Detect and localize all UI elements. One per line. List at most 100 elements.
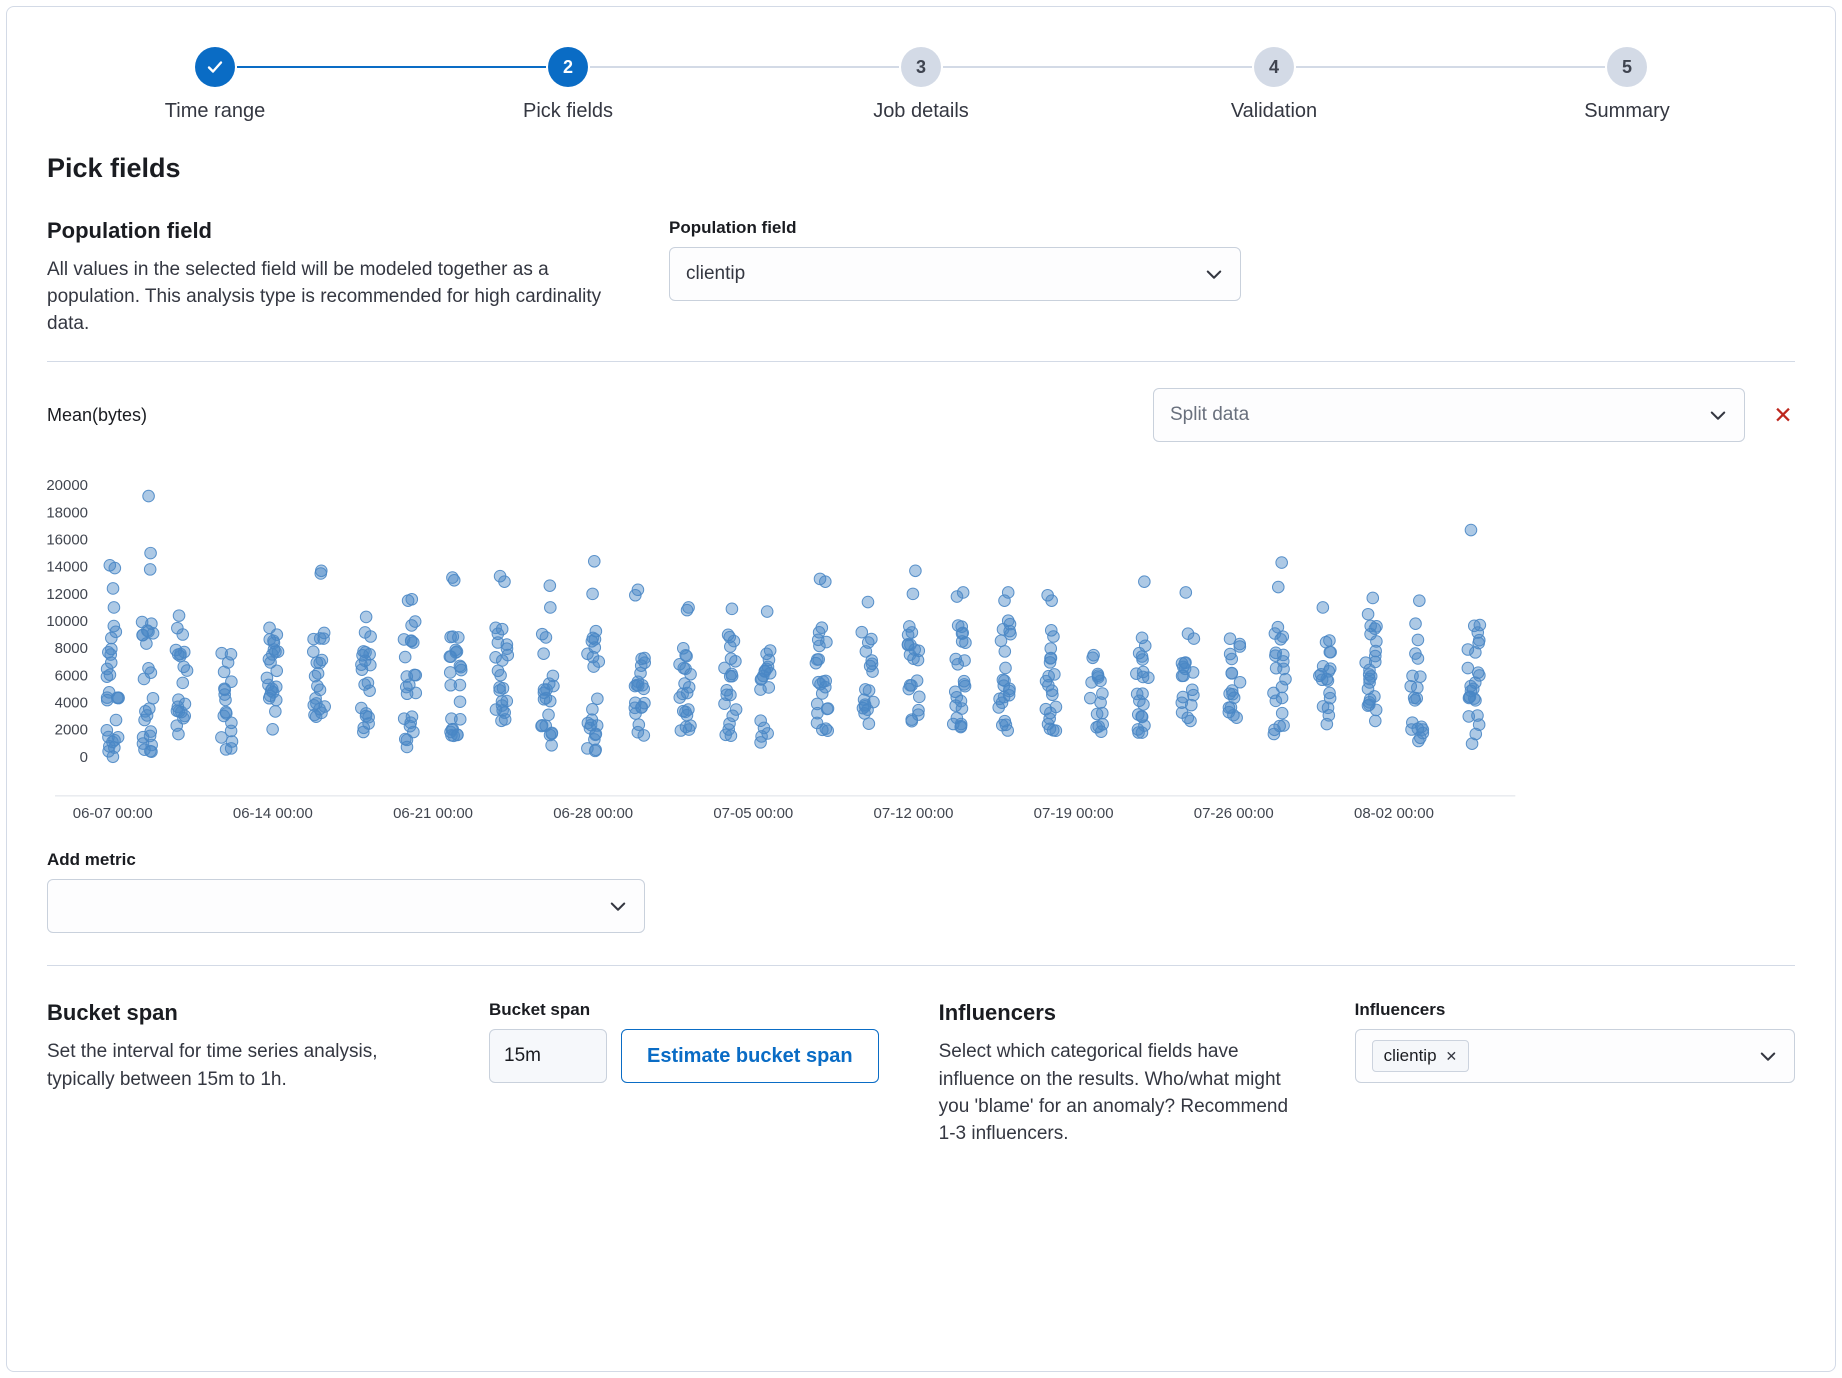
svg-text:06-14 00:00: 06-14 00:00: [233, 805, 313, 822]
scatter-cluster: [444, 572, 467, 742]
metric-title: Mean(bytes): [47, 405, 147, 426]
step-number-indicator: 3: [901, 47, 941, 87]
section-divider-bottom: [47, 965, 1795, 966]
scatter-cluster: [261, 622, 284, 735]
remove-metric-button[interactable]: ✕: [1771, 404, 1795, 427]
population-heading: Population field: [47, 218, 607, 244]
scatter-cluster: [490, 571, 514, 727]
influencers-combobox[interactable]: clientip ✕: [1355, 1029, 1795, 1083]
scatter-cluster: [1314, 602, 1337, 730]
svg-text:0: 0: [80, 749, 88, 766]
scatter-cluster: [1176, 587, 1200, 727]
add-metric-label: Add metric: [47, 850, 1795, 870]
bucket-span-input-label: Bucket span: [489, 1000, 879, 1020]
page-title: Pick fields: [47, 153, 1795, 184]
scatter-cluster: [170, 610, 193, 740]
svg-text:2000: 2000: [55, 722, 88, 739]
svg-text:6000: 6000: [55, 668, 88, 685]
scatter-cluster: [856, 597, 879, 730]
chevron-down-icon: [608, 896, 628, 916]
population-section: Population field All values in the selec…: [47, 218, 1795, 337]
scatter-cluster: [1223, 633, 1246, 724]
svg-text:07-05 00:00: 07-05 00:00: [713, 805, 793, 822]
wizard-stepper: Time range 2 Pick fields 3 Job details 4 Valid…: [125, 47, 1717, 123]
scatter-cluster: [356, 612, 377, 739]
bucket-influencers-row: Bucket span Set the interval for time se…: [47, 1000, 1795, 1147]
scatter-cluster: [398, 594, 421, 753]
section-divider-top: [47, 361, 1795, 362]
influencers-description: Select which categorical fields have inf…: [939, 1038, 1309, 1147]
scatter-cluster: [582, 556, 605, 757]
influencers-heading: Influencers: [939, 1000, 1309, 1026]
scatter-cluster: [1462, 525, 1486, 750]
stepper-step-pick-fields[interactable]: 2 Pick fields: [478, 47, 658, 123]
svg-text:16000: 16000: [47, 532, 88, 549]
bucket-span-heading: Bucket span: [47, 1000, 437, 1026]
scatter-cluster: [1405, 595, 1429, 747]
scatter-cluster: [1085, 650, 1109, 738]
step-label: Time range: [165, 100, 265, 123]
scatter-cluster: [101, 560, 124, 763]
svg-text:07-12 00:00: 07-12 00:00: [874, 805, 954, 822]
svg-text:07-19 00:00: 07-19 00:00: [1034, 805, 1114, 822]
estimate-bucket-span-button[interactable]: Estimate bucket span: [621, 1029, 879, 1083]
population-description: All values in the selected field will be…: [47, 256, 607, 337]
stepper-step-job-details[interactable]: 3 Job details: [831, 47, 1011, 123]
svg-text:18000: 18000: [47, 505, 88, 522]
scatter-cluster: [216, 648, 238, 756]
scatter-cluster: [810, 574, 834, 737]
influencers-select-label: Influencers: [1355, 1000, 1795, 1020]
split-data-select[interactable]: Split data: [1153, 388, 1745, 442]
scatter-cluster: [1360, 593, 1382, 728]
scatter-cluster: [536, 580, 559, 751]
step-number-indicator: 4: [1254, 47, 1294, 87]
step-label: Pick fields: [523, 100, 613, 123]
step-label: Summary: [1584, 100, 1670, 123]
pick-fields-wizard-panel: Time range 2 Pick fields 3 Job details 4 Valid…: [6, 6, 1836, 1372]
svg-text:08-02 00:00: 08-02 00:00: [1354, 805, 1434, 822]
scatter-cluster: [674, 602, 697, 737]
svg-text:06-07 00:00: 06-07 00:00: [73, 805, 153, 822]
svg-text:07-26 00:00: 07-26 00:00: [1194, 805, 1274, 822]
svg-text:06-28 00:00: 06-28 00:00: [553, 805, 633, 822]
scatter-cluster: [993, 587, 1016, 737]
svg-text:06-21 00:00: 06-21 00:00: [393, 805, 473, 822]
metric-header: Mean(bytes) Split data ✕: [47, 388, 1795, 442]
svg-text:10000: 10000: [47, 613, 88, 630]
svg-text:8000: 8000: [55, 641, 88, 658]
scatter-cluster: [902, 565, 925, 727]
scatter-cluster: [308, 565, 331, 723]
scatter-cluster: [1131, 576, 1155, 739]
stepper-step-time-range[interactable]: Time range: [125, 47, 305, 123]
add-metric-section: Add metric: [47, 850, 1795, 933]
scatter-cluster: [136, 491, 159, 758]
population-field-value: clientip: [686, 263, 745, 285]
population-field-label: Population field: [669, 218, 1241, 238]
step-label: Validation: [1231, 100, 1317, 123]
scatter-cluster: [947, 587, 971, 733]
scatter-cluster: [629, 584, 650, 741]
scatter-cluster: [755, 606, 776, 748]
population-field-select[interactable]: clientip: [669, 247, 1241, 301]
step-check-icon: [195, 47, 235, 87]
step-label: Job details: [873, 100, 969, 123]
influencer-badge-label: clientip: [1384, 1046, 1437, 1066]
scatter-cluster: [1040, 590, 1062, 737]
add-metric-select[interactable]: [47, 879, 645, 933]
chevron-down-icon: [1708, 405, 1728, 425]
bucket-span-input[interactable]: [489, 1029, 607, 1083]
scatter-cluster: [1268, 557, 1292, 740]
metric-scatter-chart: 0200040006000800010000120001400016000180…: [47, 466, 1795, 826]
svg-text:4000: 4000: [55, 695, 88, 712]
chevron-down-icon: [1204, 264, 1224, 284]
remove-influencer-icon[interactable]: ✕: [1446, 1049, 1458, 1063]
split-data-placeholder: Split data: [1170, 404, 1249, 426]
stepper-step-summary[interactable]: 5 Summary: [1537, 47, 1717, 123]
step-number-indicator: 5: [1607, 47, 1647, 87]
svg-text:20000: 20000: [47, 478, 88, 495]
scatter-cluster: [719, 604, 742, 742]
bucket-span-description: Set the interval for time series analysi…: [47, 1038, 437, 1092]
stepper-step-validation[interactable]: 4 Validation: [1184, 47, 1364, 123]
step-number-indicator: 2: [548, 47, 588, 87]
chevron-down-icon: [1758, 1046, 1778, 1066]
